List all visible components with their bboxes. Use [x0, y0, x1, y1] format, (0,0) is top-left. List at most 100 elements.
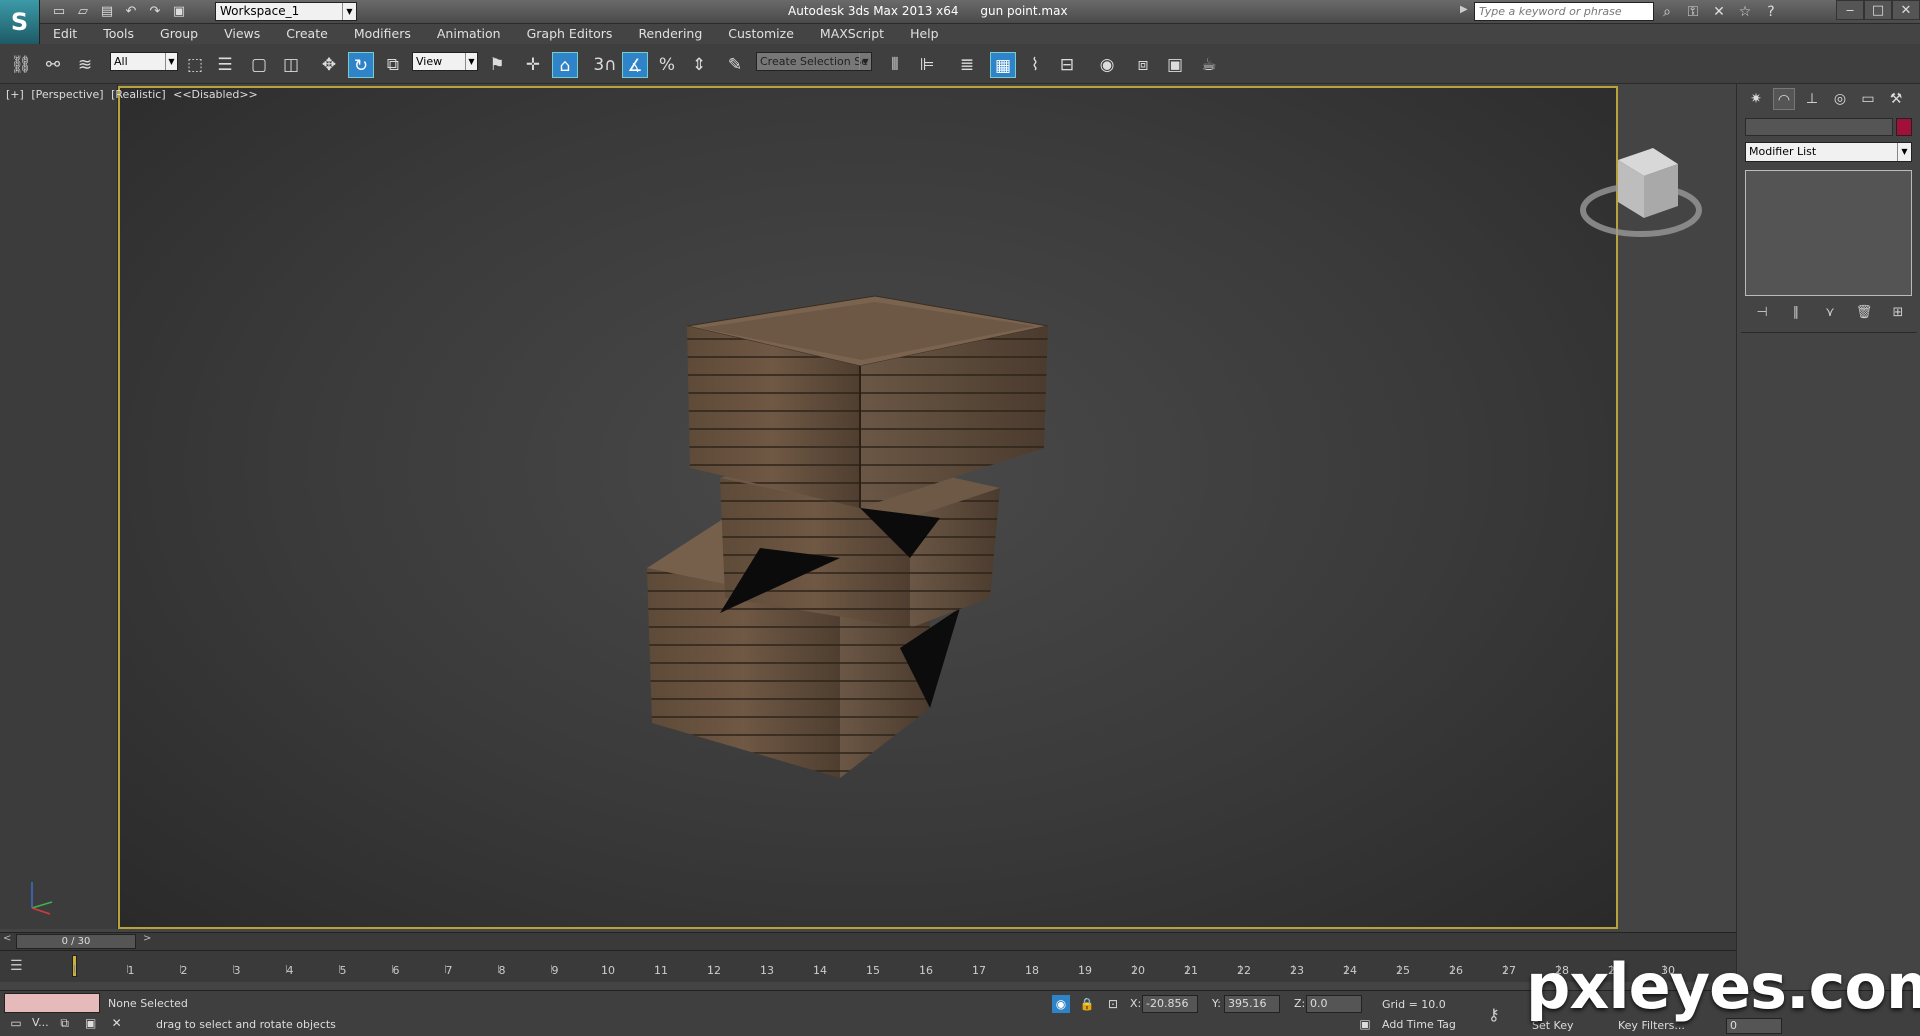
modify-tab-icon[interactable]: ◠ [1773, 88, 1795, 110]
favorites-star-icon[interactable]: ☆ [1736, 3, 1754, 21]
time-slider-handle[interactable]: 0 / 30 [16, 934, 136, 949]
render-setup-icon[interactable]: ⧈ [1130, 52, 1156, 78]
menu-edit[interactable]: Edit [40, 24, 90, 44]
x-coordinate-field[interactable]: -20.856 [1142, 995, 1198, 1013]
window-restore-icon[interactable]: ▣ [81, 1015, 101, 1031]
motion-tab-icon[interactable]: ◎ [1829, 88, 1851, 110]
curve-editor-icon[interactable]: ⌇ [1022, 52, 1048, 78]
trackbar[interactable]: ☰ 1 2 3 4 5 6 7 8 9 10 11 12 13 14 15 16 17 18 19 20 21 22 23 2… [0, 950, 1736, 982]
menu-help[interactable]: Help [897, 24, 952, 44]
time-slider[interactable]: < 0 / 30 > [0, 932, 1736, 950]
binoculars-icon[interactable]: ⌕ [1658, 3, 1676, 21]
time-tag-icon[interactable]: ▣ [1356, 1015, 1374, 1033]
configure-modifier-sets-icon[interactable]: ⊞ [1887, 304, 1909, 322]
menu-tools[interactable]: Tools [90, 24, 147, 44]
named-selection-set-select[interactable]: Create Selection Se ▼ [756, 52, 872, 71]
menu-rendering[interactable]: Rendering [625, 24, 715, 44]
object-name-field[interactable] [1745, 118, 1893, 136]
schematic-view-icon[interactable]: ⊟ [1054, 52, 1080, 78]
perspective-viewport[interactable] [118, 86, 1618, 929]
show-end-result-icon[interactable]: ∥ [1785, 304, 1807, 322]
select-manipulate-icon[interactable]: ✛ [520, 52, 546, 78]
pin-stack-icon[interactable]: ⊣ [1751, 304, 1773, 322]
menu-graph-editors[interactable]: Graph Editors [514, 24, 626, 44]
menu-views[interactable]: Views [211, 24, 273, 44]
search-expand-icon[interactable]: ▶ [1460, 4, 1468, 15]
object-color-swatch[interactable] [1896, 118, 1912, 136]
undo-icon[interactable]: ↶ [122, 4, 140, 20]
spinner-snap-icon[interactable]: ⇕ [686, 52, 712, 78]
project-folder-icon[interactable]: ▣ [170, 4, 188, 20]
subscription-icon[interactable]: ⚿ [1684, 3, 1702, 21]
bind-space-warp-icon[interactable]: ≋ [72, 52, 98, 78]
help-icon[interactable]: ? [1762, 3, 1780, 21]
rendered-frame-window-icon[interactable]: ▣ [1162, 52, 1188, 78]
time-slider-prev[interactable]: < [3, 933, 11, 944]
search-input[interactable]: Type a keyword or phrase [1474, 2, 1654, 21]
menu-group[interactable]: Group [147, 24, 211, 44]
menu-maxscript[interactable]: MAXScript [807, 24, 897, 44]
y-coordinate-field[interactable]: 395.16 [1224, 995, 1280, 1013]
isolate-selection-icon[interactable]: ◉ [1052, 995, 1070, 1013]
pivot-center-icon[interactable]: ⚑ [484, 52, 510, 78]
viewport-menu-label[interactable]: [+] [6, 88, 24, 101]
material-editor-icon[interactable]: ◉ [1094, 52, 1120, 78]
create-tab-icon[interactable]: ✷ [1745, 88, 1767, 110]
menu-animation[interactable]: Animation [424, 24, 514, 44]
render-production-icon[interactable]: ☕ [1196, 52, 1222, 78]
select-scale-icon[interactable]: ⧉ [380, 52, 406, 78]
time-slider-next[interactable]: > [143, 933, 151, 944]
menu-customize[interactable]: Customize [715, 24, 807, 44]
z-coordinate-field[interactable]: 0.0 [1306, 995, 1362, 1013]
reference-coordinate-select[interactable]: View ▼ [412, 52, 478, 71]
minimize-icon[interactable]: ‒ [1836, 0, 1864, 20]
viewport-lighting-label[interactable]: <<Disabled>> [173, 88, 258, 101]
menu-create[interactable]: Create [273, 24, 341, 44]
angle-snap-icon[interactable]: ∡ [622, 52, 648, 78]
mirror-icon[interactable]: ⫴ [882, 52, 908, 78]
modifier-list-select[interactable]: Modifier List ▼ [1745, 142, 1912, 162]
workspace-select[interactable]: Workspace_1 ▼ [215, 2, 357, 21]
redo-icon[interactable]: ↷ [146, 4, 164, 20]
layer-manager-icon[interactable]: ≣ [954, 52, 980, 78]
selection-lock-icon[interactable]: 🔒 [1078, 995, 1096, 1013]
open-file-icon[interactable]: ▱ [74, 4, 92, 20]
new-file-icon[interactable]: ▭ [50, 4, 68, 20]
absolute-transform-icon[interactable]: ⊡ [1104, 995, 1122, 1013]
display-tab-icon[interactable]: ▭ [1857, 88, 1879, 110]
align-icon[interactable]: ⊫ [914, 52, 940, 78]
keyboard-shortcut-override-icon[interactable]: ⌂ [552, 52, 578, 78]
key-icon[interactable]: ⚷ [1488, 1005, 1500, 1024]
viewport-shading-label[interactable]: [Realistic] [111, 88, 166, 101]
utilities-tab-icon[interactable]: ⚒ [1885, 88, 1907, 110]
app-logo-icon[interactable]: S [0, 0, 40, 44]
window-icon[interactable]: ▭ [6, 1015, 26, 1031]
maxscript-listener[interactable] [4, 993, 100, 1013]
restore-icon[interactable]: ⧉ [55, 1015, 75, 1031]
edit-named-selection-icon[interactable]: ✎ [722, 52, 748, 78]
window-crossing-icon[interactable]: ◫ [278, 52, 304, 78]
make-unique-icon[interactable]: ⋎ [1819, 304, 1841, 322]
select-object-icon[interactable]: ⬚ [182, 52, 208, 78]
percent-snap-icon[interactable]: % [654, 52, 680, 78]
select-rotate-icon[interactable]: ↻ [348, 52, 374, 78]
rectangular-selection-icon[interactable]: ▢ [246, 52, 272, 78]
selection-filter-select[interactable]: All ▼ [110, 52, 178, 71]
viewport-pov-label[interactable]: [Perspective] [31, 88, 103, 101]
modifier-stack[interactable] [1745, 170, 1912, 296]
snaps-toggle-icon[interactable]: 3∩ [592, 52, 618, 78]
select-move-icon[interactable]: ✥ [316, 52, 342, 78]
close-icon[interactable]: ✕ [1892, 0, 1920, 20]
link-icon[interactable]: ⛓ [8, 52, 34, 78]
remove-modifier-icon[interactable]: 🗑 [1853, 304, 1875, 322]
save-icon[interactable]: ▤ [98, 4, 116, 20]
graphite-modeling-tools-icon[interactable]: ▦ [990, 52, 1016, 78]
communication-icon[interactable]: ✕ [1710, 3, 1728, 21]
viewcube-icon[interactable] [1578, 140, 1704, 250]
viewport-label[interactable]: [+] [Perspective] [Realistic] <<Disabled… [6, 88, 262, 101]
select-by-name-icon[interactable]: ☰ [212, 52, 238, 78]
unlink-icon[interactable]: ⚯ [40, 52, 66, 78]
add-time-tag-button[interactable]: Add Time Tag [1382, 1018, 1456, 1031]
maximize-icon[interactable]: □ [1864, 0, 1892, 20]
menu-modifiers[interactable]: Modifiers [341, 24, 424, 44]
